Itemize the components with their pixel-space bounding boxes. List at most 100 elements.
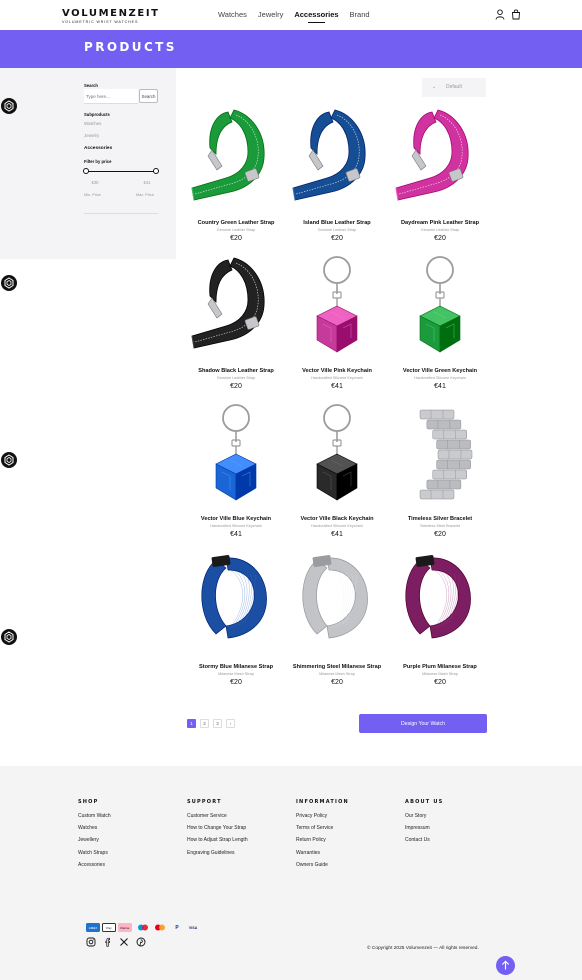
nav-watches[interactable]: Watches [218,10,247,19]
logo-text: VOLUMENZEIT [62,8,160,19]
price-slider-max-handle[interactable] [153,168,159,174]
instagram-icon[interactable] [86,937,96,947]
next-page[interactable]: › [226,719,235,728]
footer-heading: SHOP [78,799,99,805]
product-price: €20 [331,679,343,686]
floating-badge-icon[interactable] [1,452,17,468]
product-name[interactable]: Shimmering Steel Milanese Strap [277,664,397,670]
min-price-label: Min. Price [84,193,101,197]
product-name[interactable]: Island Blue Leather Strap [277,220,397,226]
pinterest-icon[interactable] [136,937,146,947]
footer-link[interactable]: Contact Us [405,837,443,843]
page-3[interactable]: 3 [213,719,222,728]
page-2[interactable]: 2 [200,719,209,728]
footer-link[interactable]: Warranties [296,850,349,856]
product-price: €41 [331,383,343,390]
sidebar-divider [84,213,158,214]
nav-brand[interactable]: Brand [350,10,370,19]
product-name[interactable]: Timeless Silver Bracelet [380,516,500,522]
footer-link[interactable]: Jewellery [78,837,111,843]
search-button[interactable]: Search [139,89,158,103]
product-price: €20 [331,235,343,242]
product-name[interactable]: Purple Plum Milanese Strap [380,664,500,670]
apple-pay-icon: Pay [102,923,116,932]
product-category: Milanese Mesh Strap [422,672,458,676]
filter-watches[interactable]: Watches [84,121,101,126]
logo[interactable]: VOLUMENZEIT VOLUMETRIC WRIST WATCHES [62,8,160,24]
footer-link[interactable]: Engraving Guidelines [187,850,248,856]
footer-link[interactable]: Return Policy [296,837,349,843]
page-banner: PRODUCTS [0,30,582,68]
nav-accessories[interactable]: Accessories [294,10,339,23]
min-price-value[interactable]: €20 [84,180,106,188]
footer-information: INFORMATION Privacy Policy Terms of Serv… [296,799,349,874]
max-price-value[interactable]: €41 [136,180,158,188]
search-label: Search [84,83,98,88]
footer-link[interactable]: Our Story [405,813,443,819]
arrow-up-icon [501,960,510,970]
copyright-text: © Copyright 2025 Volumenzeit — All right… [367,946,479,951]
pagination: 1 2 3 › [187,719,235,728]
footer-link[interactable]: Owners Guide [296,862,349,868]
price-slider-track[interactable] [86,171,156,172]
chevron-down-icon: ⌄ [432,84,437,90]
footer-shop: SHOP Custom Watch Watches Jewellery Watc… [78,799,111,874]
footer-link[interactable]: Watches [78,825,111,831]
product-image [405,554,471,639]
product-image [191,109,265,201]
product-price: €41 [434,383,446,390]
product-name[interactable]: Vector Ville Black Keychain [277,516,397,522]
product-image [395,109,469,201]
price-slider-min-handle[interactable] [83,168,89,174]
footer-link[interactable]: How to Change Your Strap [187,825,248,831]
paypal-icon: P [175,924,179,931]
footer-link[interactable]: Privacy Policy [296,813,349,819]
page-1[interactable]: 1 [187,719,196,728]
cart-icon[interactable] [511,9,521,20]
footer-link[interactable]: Impressum [405,825,443,831]
footer-link[interactable]: Accessories [78,862,111,868]
filter-accessories[interactable]: Accessories [84,146,112,151]
footer-link[interactable]: Customer Service [187,813,248,819]
site-header: VOLUMENZEIT VOLUMETRIC WRIST WATCHES Wat… [0,0,582,30]
product-image [316,256,358,353]
product-name[interactable]: Daydream Pink Leather Strap [380,220,500,226]
footer-link[interactable]: How to Adjust Strap Length [187,837,248,843]
product-category: Milanese Mesh Strap [319,672,355,676]
filter-jewelry[interactable]: Jewelry [84,133,99,138]
product-category: Genuine Leather Strap [317,228,357,232]
user-icon[interactable] [495,9,505,20]
product-image [419,409,473,500]
price-filter-label: Filter by price [84,159,112,164]
product-image [191,257,265,349]
product-name[interactable]: Vector Ville Pink Keychain [277,368,397,374]
max-price-label: Max. Price [136,193,154,197]
footer-link[interactable]: Custom Watch [78,813,111,819]
product-price: €20 [434,235,446,242]
floating-badge-icon[interactable] [1,98,17,114]
product-image [419,256,461,353]
product-category: Stainless Steel Bracelet [419,524,461,528]
floating-badge-icon[interactable] [1,275,17,291]
facebook-icon[interactable] [103,937,113,947]
back-to-top-button[interactable] [496,956,515,975]
footer-support: SUPPORT Customer Service How to Change Y… [187,799,248,862]
subproducts-label: Subproducts [84,112,110,117]
product-category: Handcrafted Silicone Keychain [311,524,363,528]
x-icon[interactable] [119,937,129,947]
footer-link[interactable]: Terms of Service [296,825,349,831]
search-input[interactable] [84,89,138,104]
sort-dropdown[interactable]: ⌄ Default [422,78,486,97]
page: VOLUMENZEIT VOLUMETRIC WRIST WATCHES Wat… [0,0,582,980]
floating-badge-icon[interactable] [1,629,17,645]
page-title: PRODUCTS [84,40,177,54]
design-your-watch-button[interactable]: Design Your Watch [359,714,487,733]
logo-tagline: VOLUMETRIC WRIST WATCHES [62,20,139,24]
product-name[interactable]: Vector Ville Green Keychain [380,368,500,374]
footer-link[interactable]: Watch Straps [78,850,111,856]
product-image [316,404,358,501]
product-category: Genuine Leather Strap [420,228,460,232]
maestro-icon [136,923,150,932]
visa-icon: VISA [188,925,198,930]
nav-jewelry[interactable]: Jewelry [258,10,283,19]
